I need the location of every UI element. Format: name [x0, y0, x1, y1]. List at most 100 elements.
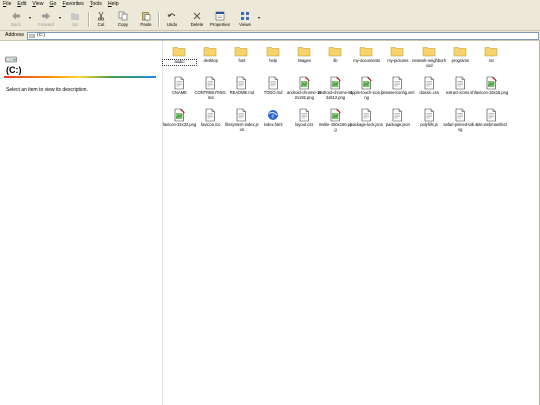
file-item[interactable]: extract-icons.sh — [445, 76, 476, 112]
details-panel: (C:) Select an item to view its descript… — [0, 41, 163, 405]
image-icon — [484, 76, 498, 90]
item-label: network-neighborhood — [412, 58, 447, 68]
item-label: browserconfig.xml — [381, 90, 415, 95]
folder-icon — [453, 44, 467, 58]
folder-item[interactable]: my-documents — [351, 44, 382, 80]
file-icon — [297, 108, 311, 122]
folder-icon — [422, 44, 436, 58]
item-label: android-chrome-192x192.png — [287, 90, 322, 100]
item-label: package.json — [385, 122, 410, 127]
forward-dropdown-icon[interactable]: ▾ — [59, 15, 61, 20]
file-item[interactable]: favicon.ico — [195, 108, 226, 144]
folder-item[interactable]: desktop — [195, 44, 226, 80]
item-label: my-documents — [353, 58, 381, 63]
file-item[interactable]: android-chrome-512x512.png — [318, 76, 353, 112]
cut-button[interactable]: Cut — [91, 10, 111, 29]
menu-favorites[interactable]: Favorites — [59, 0, 86, 9]
file-icon — [484, 108, 498, 122]
file-item[interactable]: favicon-16x16.png — [474, 76, 509, 112]
forward-button[interactable]: Forward — [36, 10, 56, 29]
properties-icon — [215, 11, 225, 21]
file-item[interactable]: apple-touch-icon.png — [350, 76, 384, 112]
image-icon — [328, 108, 342, 122]
panel-divider — [4, 76, 156, 78]
item-label: extract-icons.sh — [445, 90, 475, 95]
item-label: index.html — [263, 122, 283, 127]
folder-icon — [266, 44, 280, 58]
file-item[interactable]: classic.css — [414, 76, 445, 112]
menu-bar: File Edit View Go Favorites Tools Help — [0, 0, 540, 9]
item-label: classic.css — [419, 90, 439, 95]
menu-tools[interactable]: Tools — [87, 0, 105, 9]
item-label: src — [488, 58, 495, 63]
file-item[interactable]: TODO.md — [258, 76, 289, 112]
file-item[interactable]: package-lock.json — [350, 108, 384, 144]
file-item[interactable]: package.json — [382, 108, 413, 144]
file-item[interactable]: e index.html — [258, 108, 289, 144]
properties-button[interactable]: Properties — [210, 10, 230, 29]
folder-item[interactable]: lib — [320, 44, 351, 80]
file-icon — [453, 76, 467, 90]
item-label: filesystem-index.json — [225, 122, 259, 132]
views-dropdown-icon[interactable]: ▾ — [258, 15, 260, 20]
file-item[interactable]: layout.css — [289, 108, 320, 144]
item-label: android-chrome-512x512.png — [318, 90, 353, 100]
menu-file[interactable]: File — [0, 0, 14, 9]
file-item[interactable]: mstile-150x150.png — [319, 108, 352, 144]
menu-help[interactable]: Help — [105, 0, 122, 9]
item-label: images — [297, 58, 311, 63]
file-icon — [203, 108, 217, 122]
file-item[interactable]: filesystem-index.json — [225, 108, 259, 144]
delete-x-icon — [192, 11, 202, 21]
address-label: Address — [5, 32, 25, 38]
copy-icon — [118, 11, 128, 21]
item-label: package-lock.json — [350, 122, 384, 127]
folder-item[interactable]: my-pictures — [382, 44, 413, 80]
item-label: favicon-16x16.png — [474, 90, 509, 95]
file-item[interactable]: CONTRIBUTING.md — [194, 76, 227, 112]
item-label: CONTRIBUTING.md — [194, 90, 227, 100]
back-button[interactable]: Back — [6, 10, 26, 29]
menu-go[interactable]: Go — [47, 0, 60, 9]
item-label: help — [269, 58, 277, 63]
folder-item[interactable]: audio — [162, 44, 197, 80]
scissors-icon — [96, 11, 106, 21]
file-icon — [359, 108, 373, 122]
file-item[interactable]: polyfills.js — [414, 108, 445, 144]
file-item[interactable]: site.webmanifest — [476, 108, 507, 144]
address-bar: Address (C:) — [0, 31, 540, 41]
delete-button[interactable]: Delete — [187, 10, 207, 29]
folder-item[interactable]: programs — [445, 44, 476, 80]
file-item[interactable]: android-chrome-192x192.png — [287, 76, 322, 112]
folder-item[interactable]: font — [226, 44, 257, 80]
file-icon — [203, 76, 217, 90]
file-item[interactable]: README.md — [226, 76, 257, 112]
item-label: CNAME — [172, 90, 187, 95]
menu-view[interactable]: View — [29, 0, 46, 9]
menu-edit[interactable]: Edit — [14, 0, 29, 9]
address-input[interactable]: (C:) — [27, 32, 539, 40]
image-icon — [359, 76, 373, 90]
copy-button[interactable]: Copy — [113, 10, 133, 29]
file-icon — [453, 108, 467, 122]
back-dropdown-icon[interactable]: ▾ — [29, 15, 31, 20]
folder-item[interactable]: src — [476, 44, 507, 80]
folder-icon — [328, 44, 342, 58]
item-label: README.md — [229, 90, 255, 95]
file-item[interactable]: safari-pinned-tab.svg — [443, 108, 477, 144]
item-label: polyfills.js — [420, 122, 438, 127]
folder-item[interactable]: network-neighborhood — [412, 44, 447, 80]
item-label: audio — [162, 59, 197, 66]
drive-icon — [5, 56, 17, 63]
undo-button[interactable]: Undo — [162, 10, 182, 29]
up-button[interactable]: Up — [65, 10, 85, 29]
image-icon — [328, 76, 342, 90]
paste-button[interactable]: Paste — [136, 10, 156, 29]
file-item[interactable]: browserconfig.xml — [381, 76, 415, 112]
views-button[interactable]: Views — [235, 10, 255, 29]
item-label: layout.css — [295, 122, 314, 127]
folder-item[interactable]: images — [289, 44, 320, 80]
folder-item[interactable]: help — [258, 44, 289, 80]
file-item[interactable]: favicon-32x32.png — [163, 108, 196, 144]
file-item[interactable]: CNAME — [164, 76, 195, 112]
